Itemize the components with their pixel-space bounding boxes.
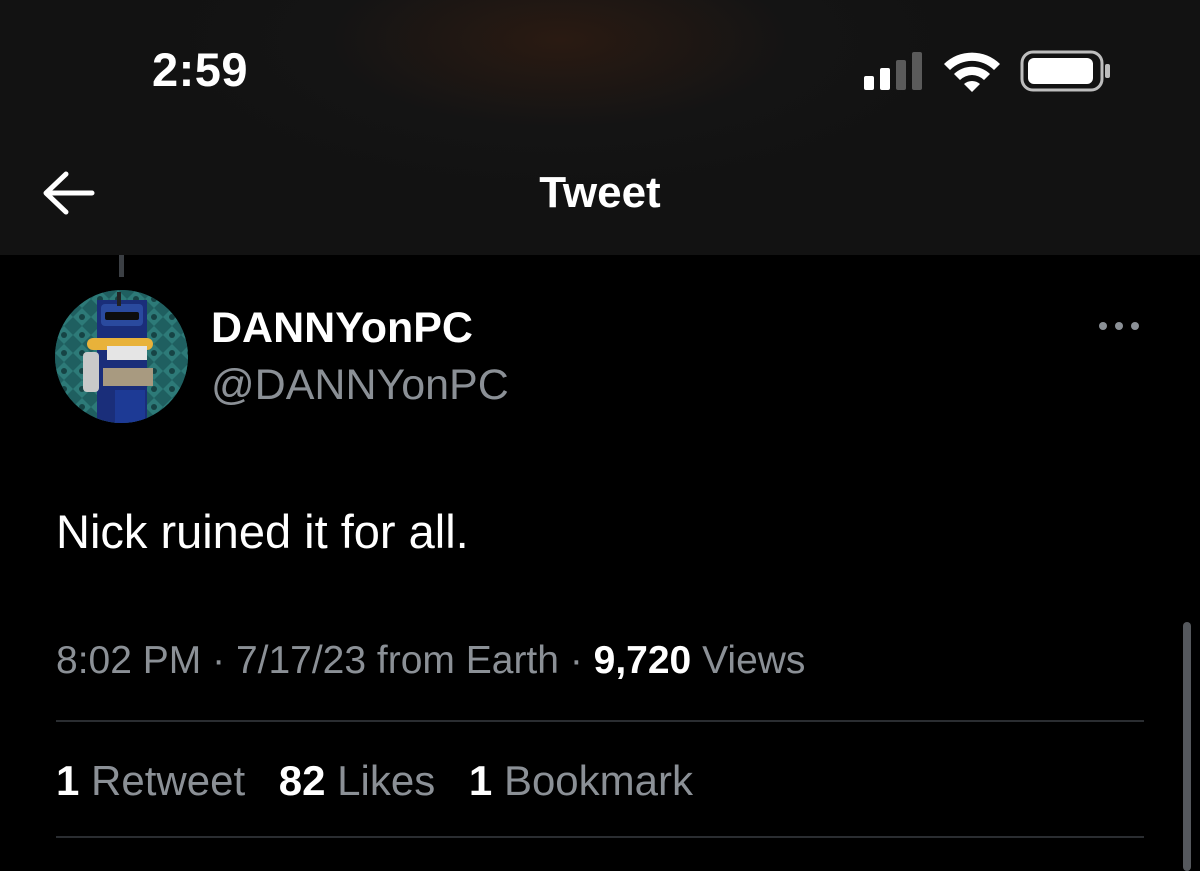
battery-icon [1020,50,1110,92]
tweet-meta: 8:02 PM · 7/17/23 from Earth · 9,720 Vie… [56,639,805,683]
wifi-icon [944,52,1000,92]
header: 2:59 Tweet [0,0,1200,255]
divider [56,836,1144,838]
retweets-stat[interactable]: 1 Retweet [56,757,245,805]
avatar[interactable] [55,290,188,423]
retweets-label: Retweet [91,757,246,804]
likes-count: 82 [278,757,326,804]
tweet-source: from Earth [376,639,559,682]
divider [56,720,1144,722]
tweet-stats: 1 Retweet 82 Likes 1 Bookmark [56,757,715,805]
bookmarks-count: 1 [468,757,493,804]
tweet-detail-screen: 2:59 Tweet DANNYonPC @DANNYonPC Nick rui… [0,0,1200,871]
likes-label: Likes [337,757,436,804]
retweets-count: 1 [56,757,80,804]
more-options-icon[interactable] [1096,316,1142,336]
author-display-name[interactable]: DANNYonPC [211,304,473,353]
bookmarks-stat[interactable]: 1 Bookmark [469,757,693,805]
meta-separator: · [569,639,583,682]
tweet-text: Nick ruined it for all. [56,505,469,558]
views-count[interactable]: 9,720 [594,639,692,682]
meta-separator: · [212,639,226,682]
page-title: Tweet [539,168,661,217]
status-time: 2:59 [152,43,249,96]
likes-stat[interactable]: 82 Likes [279,757,435,805]
tweet-time[interactable]: 8:02 PM [56,639,201,682]
avatar-image [55,290,188,423]
views-label[interactable]: Views [702,639,805,682]
cellular-signal-icon [864,52,922,90]
scrollbar[interactable] [1183,622,1191,871]
author-handle[interactable]: @DANNYonPC [211,361,509,410]
bookmarks-label: Bookmark [503,757,693,804]
tweet-date[interactable]: 7/17/23 [236,639,366,682]
thread-connector-line [119,255,124,277]
